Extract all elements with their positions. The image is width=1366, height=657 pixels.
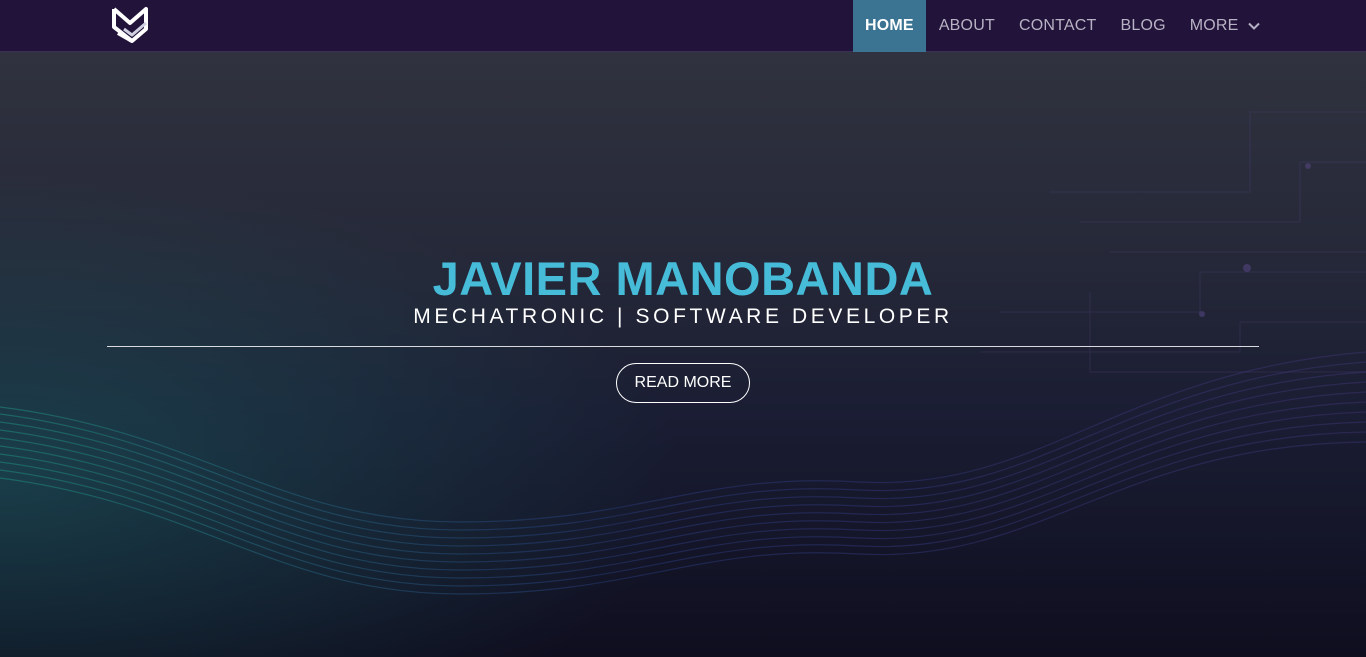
main-nav: HOME ABOUT CONTACT BLOG MORE: [853, 0, 1261, 52]
nav-more-label: MORE: [1189, 17, 1239, 34]
nav-home[interactable]: HOME: [853, 0, 926, 52]
hero-background-waves: [0, 52, 1366, 657]
nav-about[interactable]: ABOUT: [939, 0, 995, 52]
nav-home-label: HOME: [865, 17, 914, 34]
chevron-down-icon: [1247, 19, 1261, 33]
nav-blog-label: BLOG: [1120, 17, 1166, 34]
page: JAVIER MANOBANDA MECHATRONIC | SOFTWARE …: [0, 0, 1366, 657]
hero-title: JAVIER MANOBANDA: [432, 252, 934, 305]
read-more-button[interactable]: READ MORE: [616, 363, 750, 403]
nav-contact-label: CONTACT: [1018, 17, 1097, 34]
nav-blog[interactable]: BLOG: [1120, 0, 1165, 52]
mj-logo-icon[interactable]: [110, 5, 154, 47]
hero-subtitle: MECHATRONIC | SOFTWARE DEVELOPER: [413, 305, 953, 328]
top-navbar: HOME ABOUT CONTACT BLOG MORE: [0, 0, 1366, 52]
nav-more-dropdown[interactable]: MORE: [1190, 0, 1261, 52]
hero-divider: [107, 346, 1259, 347]
nav-about-label: ABOUT: [938, 17, 995, 34]
hero-section: JAVIER MANOBANDA MECHATRONIC | SOFTWARE …: [0, 52, 1366, 657]
nav-contact[interactable]: CONTACT: [1019, 0, 1097, 52]
